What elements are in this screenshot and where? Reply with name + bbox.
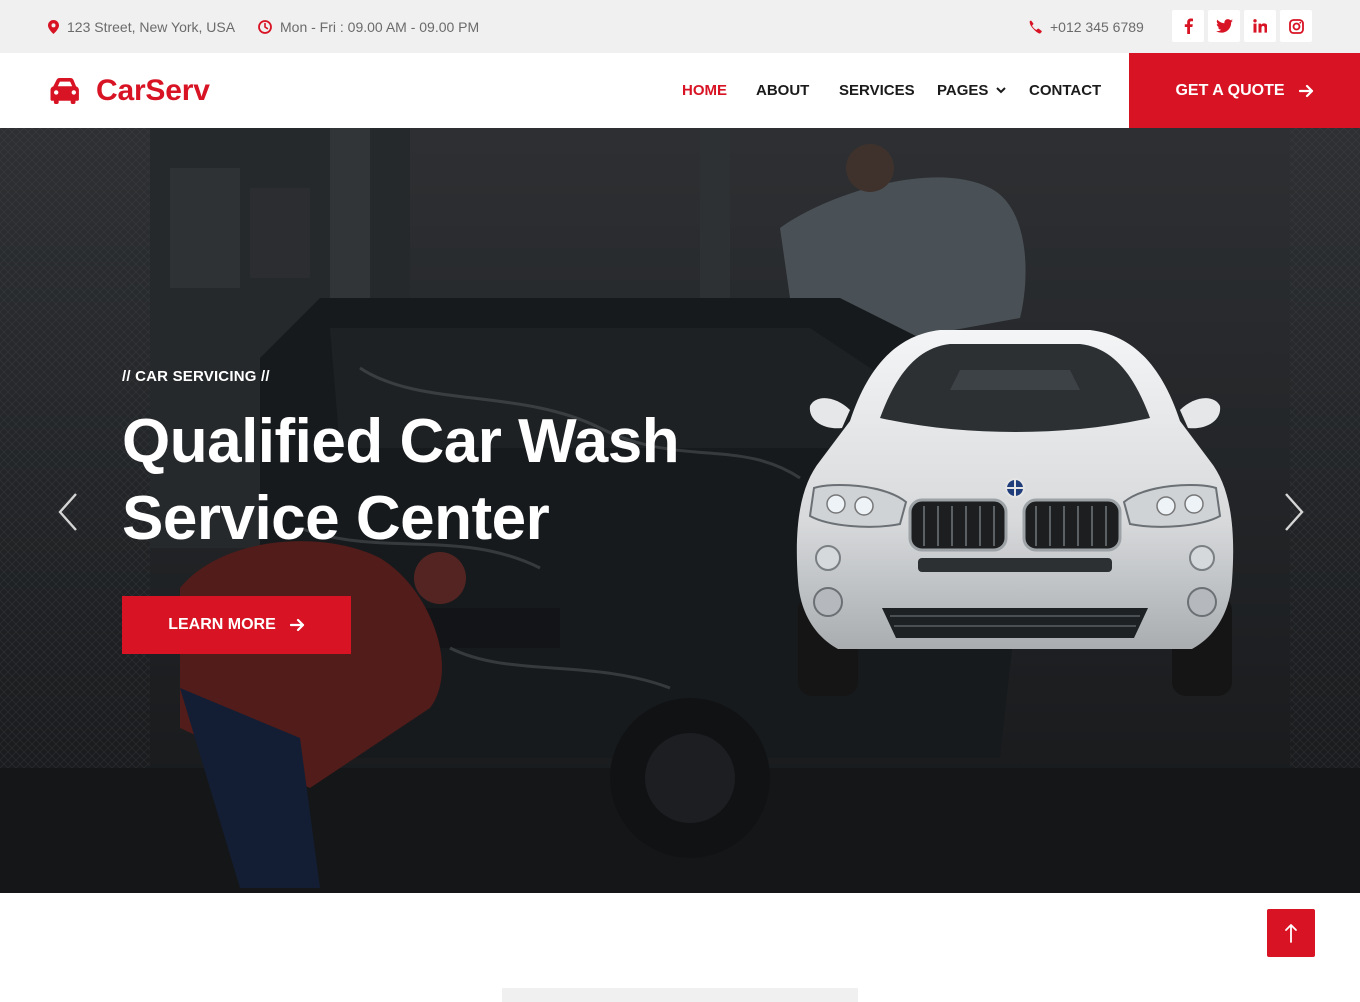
- social-links: [1172, 10, 1312, 42]
- nav-home[interactable]: HOME: [682, 53, 727, 128]
- hero-subtitle: // CAR SERVICING //: [122, 368, 270, 385]
- arrow-right-icon: [289, 618, 304, 632]
- carousel-prev-icon[interactable]: [54, 490, 84, 534]
- hero-carousel: // CAR SERVICING // Qualified Car Wash S…: [0, 128, 1360, 893]
- map-marker-icon: [48, 19, 59, 34]
- nav-pages-label: PAGES: [937, 82, 989, 99]
- nav-about[interactable]: ABOUT: [756, 53, 809, 128]
- phone-info[interactable]: +012 345 6789: [1028, 0, 1144, 53]
- navbar: CarServ HOME ABOUT SERVICES PAGES CONTAC…: [0, 53, 1360, 128]
- brand-logo[interactable]: CarServ: [48, 53, 210, 128]
- hours-info: Mon - Fri : 09.00 AM - 09.00 PM: [258, 0, 479, 53]
- next-section-strip: [502, 988, 858, 1002]
- nav-contact[interactable]: CONTACT: [1029, 53, 1101, 128]
- address-text: 123 Street, New York, USA: [67, 18, 236, 35]
- phone-icon: [1029, 20, 1042, 34]
- hero-title-line1: Qualified Car Wash: [122, 407, 680, 476]
- arrow-up-icon: [1285, 924, 1297, 943]
- white-car-image: [796, 330, 1234, 696]
- phone-text[interactable]: +012 345 6789: [1050, 19, 1144, 35]
- linkedin-link[interactable]: [1244, 10, 1276, 42]
- hero-title: Qualified Car Wash Service Center: [122, 403, 742, 557]
- nav-services[interactable]: SERVICES: [839, 53, 915, 128]
- car-icon: [50, 77, 79, 104]
- learn-more-button[interactable]: LEARN MORE: [122, 596, 351, 654]
- instagram-link[interactable]: [1280, 10, 1312, 42]
- facebook-icon: [1184, 18, 1193, 34]
- arrow-right-icon: [1298, 84, 1313, 97]
- back-to-top-button[interactable]: [1267, 909, 1315, 957]
- twitter-icon: [1215, 19, 1233, 33]
- nav-pages[interactable]: PAGES: [937, 53, 1007, 128]
- linkedin-icon: [1253, 19, 1267, 33]
- twitter-link[interactable]: [1208, 10, 1240, 42]
- clock-icon: [258, 19, 272, 34]
- carousel-next-icon[interactable]: [1278, 490, 1308, 534]
- topbar: 123 Street, New York, USA Mon - Fri : 09…: [0, 0, 1360, 53]
- learn-more-label: LEARN MORE: [168, 616, 276, 633]
- get-quote-label: GET A QUOTE: [1175, 81, 1285, 99]
- hero-title-line2: Service Center: [122, 484, 550, 553]
- hours-text: Mon - Fri : 09.00 AM - 09.00 PM: [280, 18, 480, 35]
- chevron-down-icon: [996, 87, 1007, 94]
- facebook-link[interactable]: [1172, 10, 1204, 42]
- address-info: 123 Street, New York, USA: [48, 0, 235, 53]
- brand-name: CarServ: [96, 73, 210, 107]
- get-quote-button[interactable]: GET A QUOTE: [1129, 53, 1360, 128]
- instagram-icon: [1288, 18, 1304, 34]
